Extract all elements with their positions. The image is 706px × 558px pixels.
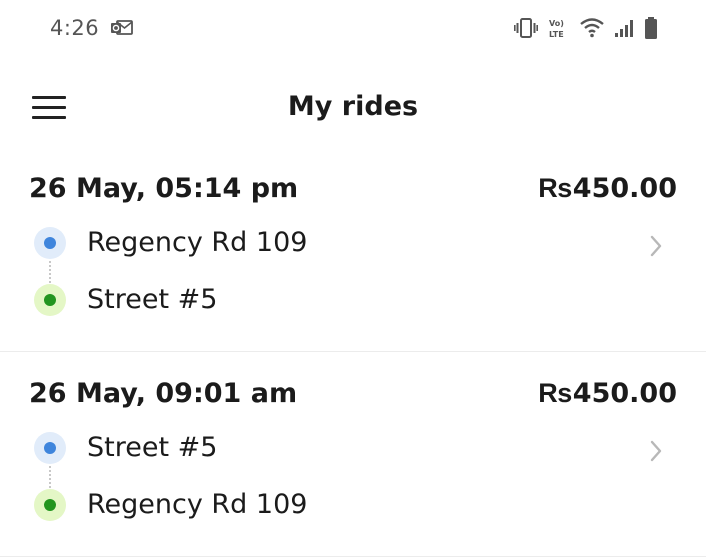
- ride-item[interactable]: 26 May, 05:14 pm Rs450.00 Regency Rd 109…: [0, 150, 706, 353]
- fare-amount: 450.00: [572, 173, 677, 204]
- outlook-notification-icon: [111, 19, 133, 41]
- dropoff-address: Regency Rd 109: [87, 489, 308, 520]
- pickup-marker-icon: [34, 432, 66, 464]
- vibrate-icon: [514, 17, 538, 39]
- pickup-address: Regency Rd 109: [87, 227, 308, 258]
- battery-icon: [644, 16, 658, 40]
- ride-datetime: 26 May, 09:01 am: [29, 378, 298, 409]
- pickup-address: Street #5: [87, 432, 218, 463]
- dropoff-marker-icon: [34, 489, 66, 521]
- volte-bottom-label: LTE: [549, 30, 564, 39]
- fare-amount: 450.00: [572, 378, 677, 409]
- wifi-icon: [580, 18, 604, 38]
- divider: [0, 351, 706, 352]
- currency-label: Rs: [538, 378, 572, 408]
- volte-icon: Vo) LTE: [548, 17, 570, 39]
- ride-datetime: 26 May, 05:14 pm: [29, 173, 299, 204]
- dropoff-stop: Regency Rd 109: [0, 485, 600, 525]
- dropoff-stop: Street #5: [0, 280, 600, 320]
- ride-fare: Rs450.00: [538, 173, 677, 204]
- ride-item[interactable]: 26 May, 09:01 am Rs450.00 Street #5 Rege…: [0, 355, 706, 558]
- status-time: 4:26: [50, 16, 100, 40]
- pickup-stop: Street #5: [0, 428, 600, 468]
- dropoff-address: Street #5: [87, 284, 218, 315]
- signal-icon: [614, 18, 634, 38]
- dropoff-marker-icon: [34, 284, 66, 316]
- chevron-right-icon[interactable]: [642, 232, 670, 260]
- ride-fare: Rs450.00: [538, 378, 677, 409]
- volte-top-label: Vo): [549, 19, 564, 28]
- status-bar: 4:26 Vo) LTE: [0, 0, 706, 58]
- pickup-stop: Regency Rd 109: [0, 223, 600, 263]
- divider: [0, 556, 706, 557]
- status-icons: Vo) LTE: [514, 16, 658, 40]
- app-bar: My rides: [0, 58, 706, 158]
- pickup-marker-icon: [34, 227, 66, 259]
- page-title: My rides: [287, 91, 419, 122]
- currency-label: Rs: [538, 173, 572, 203]
- chevron-right-icon[interactable]: [642, 437, 670, 465]
